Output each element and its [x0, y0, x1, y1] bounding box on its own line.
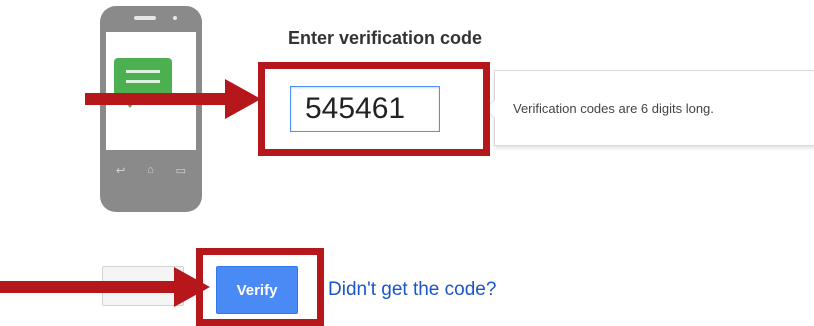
verification-page: ↩ ⌂ ▭ Enter verification code Verificati… [0, 0, 814, 326]
arrow-head [225, 79, 261, 119]
page-title: Enter verification code [288, 28, 483, 48]
arrow-shaft [85, 93, 227, 105]
home-nav-icon: ⌂ [147, 164, 154, 176]
verify-highlight-frame [196, 248, 324, 326]
arrow-shaft [0, 281, 176, 293]
phone-camera [173, 16, 177, 20]
recent-apps-icon: ▭ [175, 164, 186, 177]
hint-text: Verification codes are 6 digits long. [513, 101, 714, 116]
message-line [126, 70, 160, 73]
arrow-right-icon [0, 267, 210, 307]
arrow-right-icon [85, 79, 261, 119]
code-highlight-frame [258, 62, 490, 156]
back-nav-icon: ↩ [116, 164, 126, 177]
resend-code-link[interactable]: Didn't get the code? [328, 279, 496, 301]
hint-bubble: Verification codes are 6 digits long. [485, 70, 814, 146]
phone-speaker [134, 16, 156, 20]
arrow-head [174, 267, 210, 307]
phone-nav-buttons: ↩ ⌂ ▭ [116, 164, 186, 177]
